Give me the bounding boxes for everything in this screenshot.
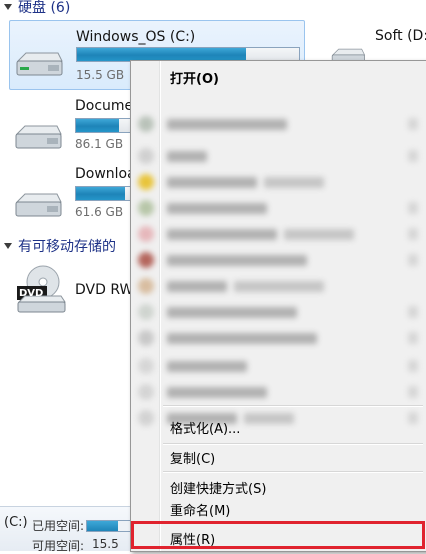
menu-item-label: 格式化(A)... bbox=[170, 421, 241, 437]
drive-name: Soft (D: bbox=[375, 28, 426, 44]
collapse-triangle-icon[interactable] bbox=[4, 243, 12, 249]
group-header-label: 有可移动存储的 bbox=[18, 239, 116, 255]
obscured-menu-item bbox=[134, 197, 424, 219]
status-usage-fill bbox=[87, 521, 118, 531]
drive-name: Downloa bbox=[75, 166, 136, 182]
obscured-menu-item bbox=[134, 249, 424, 271]
group-header-removable[interactable]: 有可移动存储的 bbox=[0, 236, 116, 256]
hard-drive-icon bbox=[15, 125, 62, 149]
collapse-triangle-icon[interactable] bbox=[4, 4, 12, 10]
menu-item-label: 打开(O) bbox=[170, 71, 219, 87]
menu-item-label: 复制(C) bbox=[170, 451, 216, 467]
drive-name: Docume bbox=[75, 98, 134, 114]
status-free-label: 可用空间: bbox=[32, 539, 85, 553]
menu-item-label: 创建快捷方式(S) bbox=[170, 481, 267, 497]
drive-item-downloads[interactable]: Downloa 61.6 GB bbox=[9, 160, 147, 226]
drive-free-space: 86.1 GB bbox=[75, 137, 124, 151]
drive-usage-fill bbox=[76, 119, 120, 132]
obscured-menu-items bbox=[134, 105, 424, 465]
menu-item-copy[interactable]: 复制(C) bbox=[134, 445, 424, 469]
drive-free-space: 61.6 GB bbox=[75, 205, 124, 219]
hard-drive-icon bbox=[16, 52, 63, 76]
drive-name: DVD RW bbox=[75, 282, 134, 298]
menu-item-format[interactable]: 格式化(A)... bbox=[134, 415, 424, 439]
obscured-menu-item bbox=[134, 355, 424, 377]
obscured-menu-item bbox=[134, 327, 424, 349]
status-used-label: 已用空间: bbox=[32, 519, 85, 533]
context-menu: 打开(O) 格式化(A)... 复制(C) 创建快捷方式(S) 重命名(M) 属… bbox=[130, 60, 426, 552]
obscured-menu-item bbox=[134, 223, 424, 245]
menu-separator bbox=[163, 405, 423, 407]
drive-usage-fill bbox=[76, 187, 125, 200]
status-drive-label: (C:) bbox=[4, 515, 28, 530]
drive-item-dvd[interactable]: DVD DVD RW bbox=[9, 262, 139, 318]
obscured-menu-item bbox=[134, 145, 424, 167]
menu-item-label: 重命名(M) bbox=[170, 503, 231, 519]
obscured-menu-item bbox=[134, 301, 424, 323]
properties-highlight-box bbox=[131, 521, 425, 549]
menu-separator bbox=[163, 471, 423, 473]
menu-item-rename[interactable]: 重命名(M) bbox=[134, 497, 424, 521]
explorer-window: 硬盘 (6) Windows_OS (C:) 15.5 GB Soft (D: … bbox=[0, 0, 426, 553]
dvd-icon-label: DVD bbox=[19, 288, 44, 299]
hard-drive-icon bbox=[15, 193, 62, 217]
menu-item-open[interactable]: 打开(O) bbox=[134, 65, 424, 89]
obscured-menu-item bbox=[134, 171, 424, 193]
status-free-value: 15.5 bbox=[92, 537, 119, 551]
obscured-menu-item bbox=[134, 275, 424, 297]
status-usage-bar bbox=[86, 520, 132, 532]
drive-item-documents[interactable]: Docume 86.1 GB bbox=[9, 92, 147, 158]
obscured-menu-item bbox=[134, 381, 424, 403]
group-header-hard-disks[interactable]: 硬盘 (6) bbox=[0, 0, 70, 17]
drive-free-space: 15.5 GB bbox=[76, 68, 125, 82]
obscured-menu-item bbox=[134, 113, 424, 135]
group-header-label: 硬盘 (6) bbox=[18, 0, 71, 16]
menu-item-create-shortcut[interactable]: 创建快捷方式(S) bbox=[134, 475, 424, 499]
drive-name: Windows_OS (C:) bbox=[76, 29, 196, 45]
